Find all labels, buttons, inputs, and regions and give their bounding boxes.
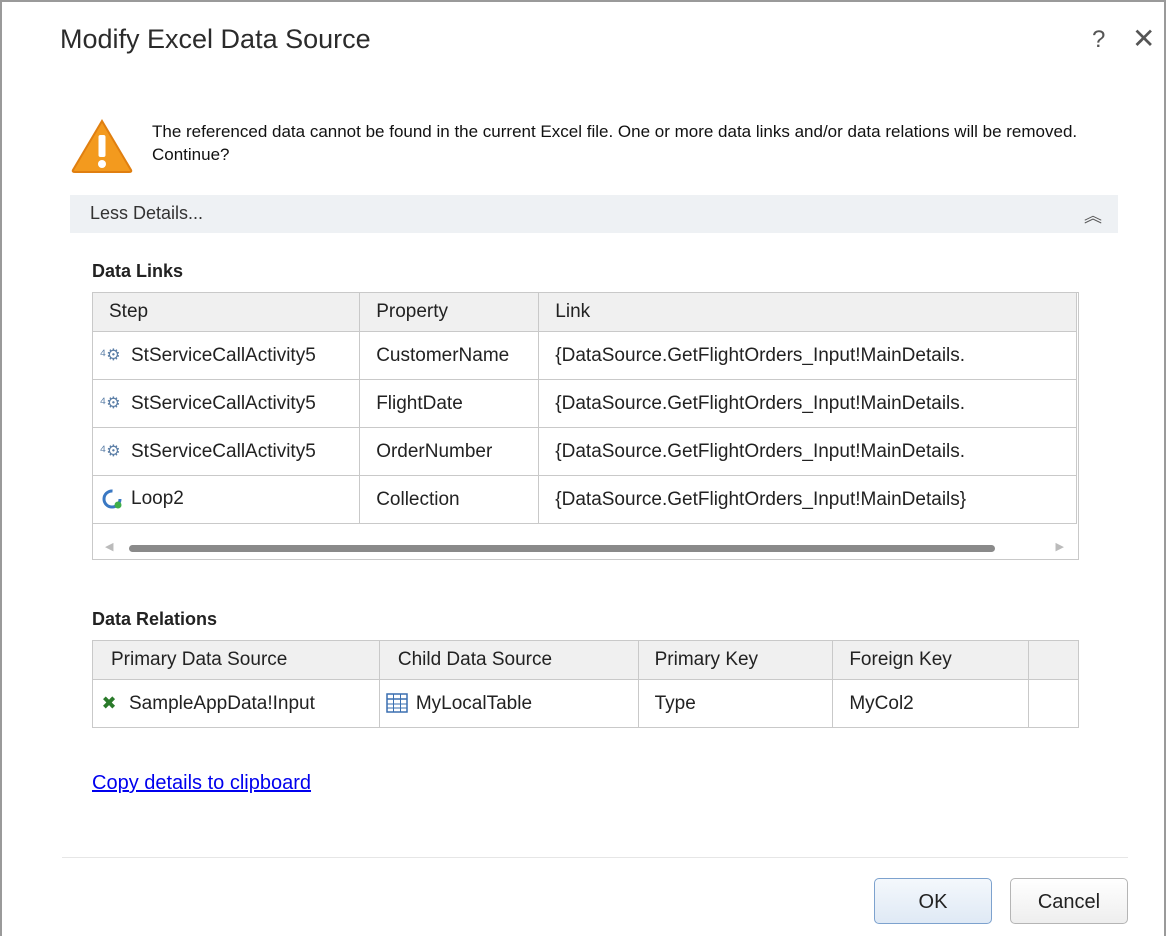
- primary-source-cell: ✖ SampleAppData!Input: [92, 679, 380, 728]
- property-cell: OrderNumber: [359, 427, 540, 476]
- link-cell: {DataSource.GetFlightOrders_Input!MainDe…: [538, 475, 1077, 524]
- table-icon: [386, 693, 408, 714]
- primary-key-cell: Type: [637, 679, 834, 728]
- step-name: StServiceCallActivity5: [131, 344, 316, 366]
- table-row[interactable]: ✖ SampleAppData!Input MyLocalTable Type: [92, 679, 1079, 728]
- filler-cell: [1028, 679, 1079, 728]
- step-cell: ⁴⚙ StServiceCallActivity5: [93, 379, 361, 428]
- link-cell: {DataSource.GetFlightOrders_Input!MainDe…: [538, 379, 1077, 428]
- link-cell: {DataSource.GetFlightOrders_Input!MainDe…: [538, 331, 1077, 380]
- double-chevron-up-icon: ︽: [1084, 206, 1102, 226]
- scrollbar-thumb[interactable]: [129, 545, 995, 552]
- column-header-foreign-key[interactable]: Foreign Key: [832, 640, 1030, 680]
- cancel-button[interactable]: Cancel: [1010, 878, 1128, 924]
- data-links-title: Data Links: [92, 261, 184, 281]
- step-name: Loop2: [131, 488, 184, 510]
- data-links-table: Step Property Link ⁴⚙ StServiceCallActivi…: [93, 293, 1077, 524]
- less-details-toggle[interactable]: Less Details... ︽: [70, 195, 1118, 233]
- table-row[interactable]: Loop2 Collection {DataSource.GetFlightOr…: [93, 475, 1077, 524]
- service-call-icon: ⁴⚙: [99, 347, 121, 365]
- data-relations-title: Data Relations: [92, 609, 218, 629]
- link-cell: {DataSource.GetFlightOrders_Input!MainDe…: [538, 427, 1077, 476]
- data-relations-grid: Primary Data Source Child Data Source Pr…: [92, 640, 1079, 730]
- step-name: StServiceCallActivity5: [131, 392, 316, 414]
- less-details-label: Less Details...: [90, 203, 204, 223]
- close-button[interactable]: ✕: [1132, 22, 1155, 55]
- scroll-right-icon[interactable]: ▶: [1056, 540, 1064, 553]
- column-header-filler: [1028, 640, 1079, 680]
- column-header-step[interactable]: Step: [93, 293, 361, 332]
- service-call-icon: ⁴⚙: [99, 443, 121, 461]
- table-row[interactable]: ⁴⚙ StServiceCallActivity5 FlightDate {Dat…: [93, 379, 1077, 428]
- modify-excel-data-source-dialog: Modify Excel Data Source ? ✕ The referen…: [0, 0, 1166, 936]
- property-cell: CustomerName: [359, 331, 540, 380]
- data-relations-header-row: Primary Data Source Child Data Source Pr…: [92, 640, 1079, 680]
- foreign-key-cell: MyCol2: [832, 679, 1030, 728]
- column-header-child-data-source[interactable]: Child Data Source: [378, 640, 639, 680]
- help-button[interactable]: ?: [1092, 26, 1105, 54]
- excel-icon: ✖: [101, 692, 117, 713]
- warning-message: The referenced data cannot be found in t…: [152, 122, 1078, 164]
- warning-icon: [71, 119, 133, 173]
- column-header-primary-key[interactable]: Primary Key: [637, 640, 834, 680]
- copy-details-link[interactable]: Copy details to clipboard: [92, 772, 311, 795]
- data-relations-table: Primary Data Source Child Data Source Pr…: [92, 640, 1079, 728]
- data-links-header-row: Step Property Link: [93, 293, 1077, 332]
- service-call-icon: ⁴⚙: [99, 395, 121, 413]
- primary-source-name: SampleAppData!Input: [129, 692, 315, 714]
- loop-icon: [102, 489, 122, 509]
- child-source-cell: MyLocalTable: [378, 679, 639, 728]
- ok-button[interactable]: OK: [874, 878, 992, 924]
- step-cell: ⁴⚙ StServiceCallActivity5: [93, 427, 361, 476]
- property-cell: FlightDate: [359, 379, 540, 428]
- data-links-grid: Step Property Link ⁴⚙ StServiceCallActivi…: [92, 292, 1079, 560]
- scroll-left-icon[interactable]: ◀: [105, 540, 113, 553]
- title-bar: Modify Excel Data Source ? ✕: [2, 2, 1164, 82]
- child-source-name: MyLocalTable: [415, 692, 533, 714]
- column-header-link[interactable]: Link: [538, 293, 1077, 332]
- table-row[interactable]: ⁴⚙ StServiceCallActivity5 CustomerName {D…: [93, 331, 1077, 380]
- column-header-property[interactable]: Property: [359, 293, 540, 332]
- column-header-primary-data-source[interactable]: Primary Data Source: [92, 640, 380, 680]
- step-cell: Loop2: [93, 475, 361, 524]
- step-cell: ⁴⚙ StServiceCallActivity5: [93, 331, 361, 380]
- step-name: StServiceCallActivity5: [131, 440, 316, 462]
- horizontal-scrollbar[interactable]: ◀ ▶: [93, 537, 1078, 559]
- dialog-title: Modify Excel Data Source: [60, 24, 371, 54]
- table-row[interactable]: ⁴⚙ StServiceCallActivity5 OrderNumber {Da…: [93, 427, 1077, 476]
- divider: [62, 857, 1128, 858]
- property-cell: Collection: [359, 475, 540, 524]
